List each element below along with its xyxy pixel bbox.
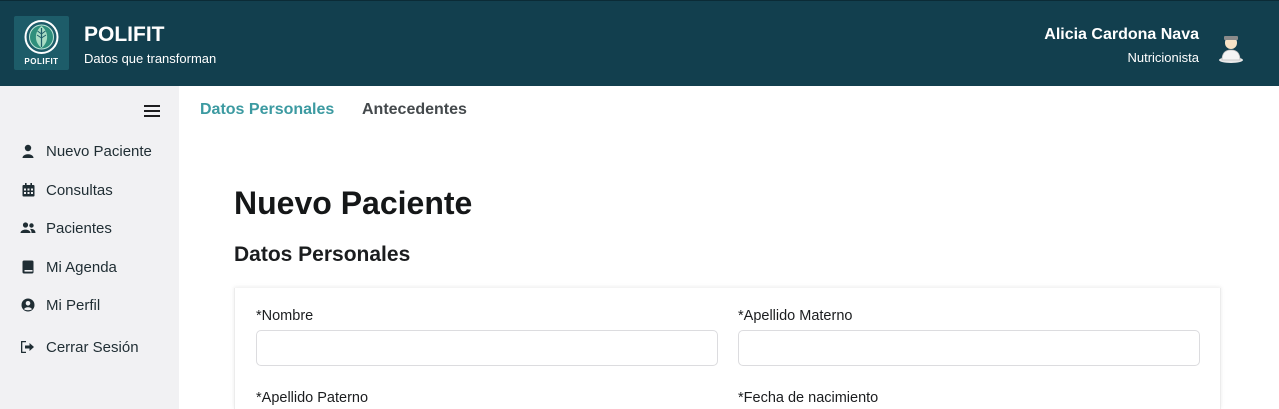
sidebar-item-label: Consultas — [46, 181, 113, 199]
top-header: POLIFIT POLIFIT Datos que transforman Al… — [0, 0, 1279, 86]
apellido-paterno-label: *Apellido Paterno — [256, 390, 369, 406]
nombre-label: *Nombre — [256, 308, 314, 324]
user-icon — [20, 143, 36, 159]
sidebar-item-pacientes[interactable]: Pacientes — [20, 216, 112, 240]
tab-antecedentes[interactable]: Antecedentes — [362, 101, 467, 119]
sidebar-item-cerrar-sesion[interactable]: Cerrar Sesión — [20, 335, 139, 359]
nombre-input[interactable] — [256, 330, 718, 366]
page-title: Nuevo Paciente — [234, 185, 473, 221]
sign-out-icon — [20, 339, 36, 355]
fecha-nacimiento-label: *Fecha de nacimiento — [738, 390, 879, 406]
form-card: *Nombre *Apellido Materno *Apellido Pate… — [234, 288, 1221, 409]
sidebar: Nuevo Paciente Consultas Pacientes Mi Ag… — [0, 86, 179, 409]
calendar-icon — [20, 182, 36, 198]
app-title: POLIFIT — [84, 23, 165, 46]
user-avatar-icon[interactable] — [1216, 30, 1246, 64]
section-title: Datos Personales — [234, 243, 411, 266]
sidebar-item-label: Pacientes — [46, 219, 112, 237]
sidebar-item-mi-perfil[interactable]: Mi Perfil — [20, 293, 100, 317]
sidebar-item-mi-agenda[interactable]: Mi Agenda — [20, 255, 117, 279]
sidebar-item-consultas[interactable]: Consultas — [20, 178, 113, 202]
apellido-materno-input[interactable] — [738, 330, 1200, 366]
book-icon — [20, 259, 36, 275]
polifit-logo: POLIFIT — [14, 16, 69, 70]
app-subtitle: Datos que transforman — [84, 51, 217, 66]
sidebar-item-nuevo-paciente[interactable]: Nuevo Paciente — [20, 139, 152, 163]
sidebar-item-label: Nuevo Paciente — [46, 142, 152, 160]
user-name: Alicia Cardona Nava — [1044, 26, 1199, 43]
apellido-materno-label: *Apellido Materno — [738, 308, 853, 324]
sidebar-item-label: Mi Agenda — [46, 258, 117, 276]
tab-datos-personales[interactable]: Datos Personales — [200, 101, 334, 119]
logo-text: POLIFIT — [24, 57, 59, 66]
user-circle-icon — [20, 297, 36, 313]
users-icon — [20, 220, 36, 236]
hamburger-menu-icon[interactable] — [144, 105, 160, 119]
sidebar-item-label: Mi Perfil — [46, 296, 101, 314]
user-role: Nutricionista — [1127, 50, 1199, 65]
sidebar-item-label: Cerrar Sesión — [46, 338, 139, 356]
